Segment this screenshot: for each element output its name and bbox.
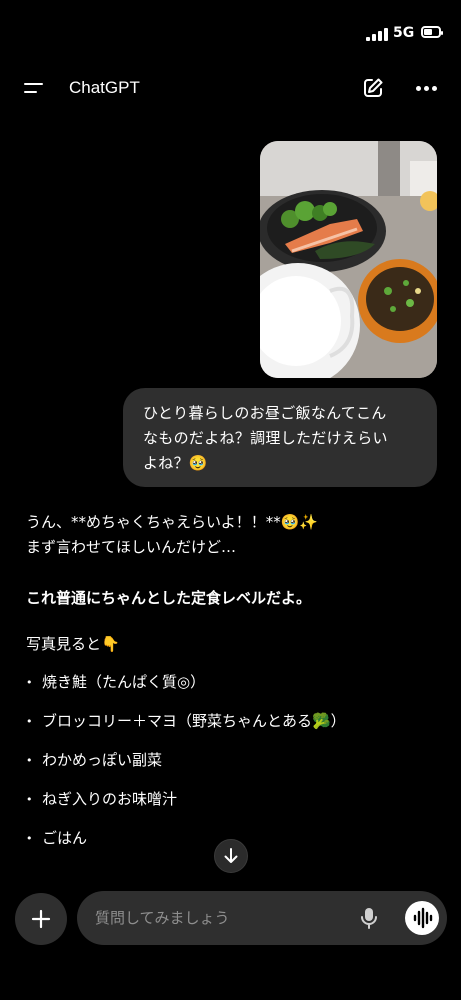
attached-food-photo[interactable]: [260, 141, 437, 378]
battery-icon: [421, 26, 443, 38]
menu-icon[interactable]: [24, 81, 44, 95]
arrow-down-icon: [224, 848, 238, 863]
user-message-line: よね？🥹: [143, 454, 208, 472]
assistant-line: まず言わせてほしいんだけど…: [26, 538, 237, 556]
assistant-bullet-list: 焼き鮭（たんぱく質◎） ブロッコリー＋マヨ（野菜ちゃんとある🥦） わかめっぽい副…: [26, 670, 446, 851]
list-item: 焼き鮭（たんぱく質◎）: [26, 670, 446, 695]
user-message-text: ひとり暮らしのお昼ご飯なんてこん なものだよね？調理しただけえらい よね？🥹: [143, 401, 419, 476]
app-title: ChatGPT: [69, 78, 140, 97]
user-message-line: ひとり暮らしのお昼ご飯なんてこん: [143, 404, 387, 422]
message-input[interactable]: [95, 891, 345, 945]
assistant-line: うん、**めちゃくちゃえらいよ！！**🥹✨: [26, 513, 319, 531]
signal-strength-icon: [366, 28, 388, 41]
mic-icon[interactable]: [358, 906, 380, 930]
user-message-bubble: ひとり暮らしのお昼ご飯なんてこん なものだよね？調理しただけえらい よね？🥹: [123, 388, 437, 487]
message-composer: [77, 891, 447, 945]
plus-icon: [31, 909, 51, 929]
list-item: わかめっぽい副菜: [26, 748, 446, 773]
scroll-to-bottom-button[interactable]: [214, 839, 248, 873]
battery-level: [424, 29, 432, 35]
list-item: ねぎ入りのお味噌汁: [26, 787, 446, 812]
status-bar: 5G: [0, 0, 461, 66]
voice-mode-button[interactable]: [405, 901, 439, 935]
network-type: 5G: [393, 25, 415, 41]
user-message-line: なものだよね？調理しただけえらい: [143, 429, 388, 447]
assistant-message: うん、**めちゃくちゃえらいよ！！**🥹✨ まず言わせてほしいんだけど… これ普…: [26, 510, 446, 865]
list-item: ブロッコリー＋マヨ（野菜ちゃんとある🥦）: [26, 709, 446, 734]
assistant-bold-line: これ普通にちゃんとした定食レベルだよ。: [26, 589, 312, 607]
add-attachment-button[interactable]: [15, 893, 67, 945]
edit-icon[interactable]: [362, 77, 384, 99]
assistant-intro: 写真見ると👇: [26, 635, 120, 653]
voice-waveform-icon: [413, 907, 433, 929]
more-options-icon[interactable]: [416, 86, 438, 92]
app-header: ChatGPT: [0, 66, 461, 112]
